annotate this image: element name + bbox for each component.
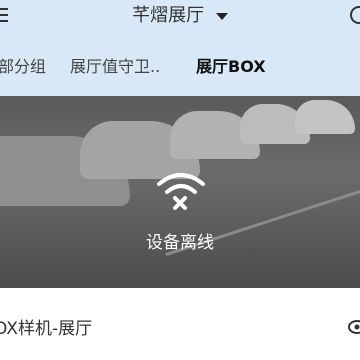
device-info-bar: OX样机-展厅 [0,288,360,360]
view-icon[interactable] [348,318,360,336]
page-title: 芊熠展厅 [132,5,205,26]
tab-hall-box[interactable]: 展厅BOX [196,52,266,82]
tab-group[interactable]: 部分组 [0,52,46,82]
caret-down-icon [215,12,228,20]
parked-car [295,100,355,134]
tab-hall-guard[interactable]: 展厅值守卫.. [70,52,160,82]
device-offline-label: 设备离线 [146,233,214,253]
device-name: OX样机-展厅 [0,319,93,339]
video-preview[interactable]: 设备离线 [0,96,360,288]
wifi-offline-icon [157,173,205,210]
top-header: 芊熠展厅 部分组 展厅值守卫.. 展厅BOX [0,0,360,96]
group-tabs: 部分组 展厅值守卫.. 展厅BOX [0,52,360,82]
title-dropdown[interactable]: 芊熠展厅 [0,3,360,29]
